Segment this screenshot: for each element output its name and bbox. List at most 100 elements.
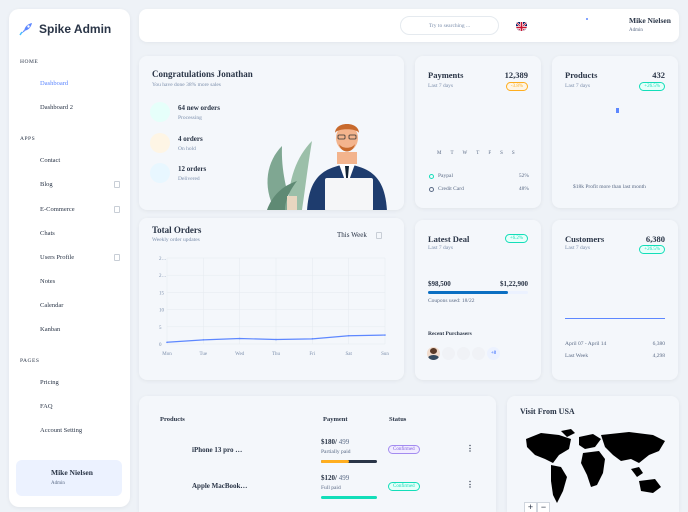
latest-deal-title: Latest Deal: [428, 234, 470, 244]
sidebar-item-dashboard[interactable]: Dashboard: [40, 80, 120, 87]
welcome-title: Congratulations Jonathan: [152, 69, 253, 79]
week-filter-select[interactable]: This Week: [337, 231, 382, 239]
visit-map-card: Visit From USA + −: [507, 396, 679, 512]
sidebar-item-label: Kanban: [40, 326, 61, 333]
avatar[interactable]: [457, 347, 470, 360]
orders-data-point[interactable]: [166, 341, 168, 344]
x-tick-label: Thu: [272, 352, 281, 357]
orders-data-point[interactable]: [238, 337, 241, 340]
price-total: 499: [336, 438, 350, 446]
day-label: S: [511, 151, 515, 156]
nav-section-home: HOME: [20, 59, 39, 65]
row-menu-icon[interactable]: ⋮: [466, 444, 474, 453]
avatar[interactable]: [472, 347, 485, 360]
sidebar-item-label: Users Profile: [40, 254, 75, 261]
rocket-icon: [18, 21, 34, 37]
week-filter-label: This Week: [337, 231, 367, 239]
payments-badge: -3.8%: [505, 82, 528, 91]
sidebar-item-label: Account Setting: [40, 427, 83, 434]
more-purchasers-badge[interactable]: +8: [487, 347, 500, 360]
customers-lastweek-label: Last Week: [565, 353, 589, 359]
sidebar-item-pricing[interactable]: Pricing: [40, 379, 120, 386]
customers-line: [565, 318, 665, 319]
payment-progress-fill: [321, 460, 349, 463]
deal-amount: $98,500: [428, 280, 451, 288]
top-header: Try to searching ... Mike Nielsen Admin: [139, 9, 679, 42]
sidebar-item-chats[interactable]: Chats: [40, 230, 120, 237]
sidebar: Spike Admin HOME Dashboard Dashboard 2 A…: [9, 9, 130, 507]
chevron-icon: [114, 181, 120, 188]
zoom-out-button[interactable]: −: [537, 502, 550, 512]
stat-title: 4 orders: [178, 134, 203, 143]
sidebar-item-contact[interactable]: Contact: [40, 157, 120, 164]
orders-data-point[interactable]: [275, 338, 277, 341]
deal-progress-track: [428, 291, 528, 294]
sidebar-item-account-setting[interactable]: Account Setting: [40, 427, 120, 434]
sidebar-item-label: Blog: [40, 181, 53, 188]
avatar[interactable]: [427, 347, 440, 360]
products-note: $18k Profit more than last month: [573, 184, 646, 190]
world-map[interactable]: [521, 429, 671, 509]
sidebar-item-faq[interactable]: FAQ: [40, 403, 120, 410]
latest-deal-badge: +6.2%: [504, 234, 528, 243]
welcome-subtitle: You have done 38% more sales: [152, 82, 221, 88]
header-user-name[interactable]: Mike Nielsen: [629, 16, 671, 25]
sidebar-profile[interactable]: Mike Nielsen Admin: [16, 460, 122, 496]
day-label: S: [500, 151, 503, 156]
stat-sub: Delivered: [178, 175, 200, 182]
uk-flag-icon[interactable]: [516, 20, 527, 31]
products-badge: +26.5%: [639, 82, 665, 91]
sidebar-item-label: E-Commerce: [40, 206, 75, 213]
products-title: Products: [565, 70, 598, 80]
status-badge: Confirmed: [388, 445, 420, 454]
payments-value: 12,389: [504, 70, 528, 80]
sidebar-item-kanban[interactable]: Kanban: [40, 326, 120, 333]
price-paid: $180/: [321, 438, 337, 446]
day-label: M: [437, 151, 442, 156]
stat-sub: Processing: [178, 114, 202, 121]
row-menu-icon[interactable]: ⋮: [466, 480, 474, 489]
x-tick-label: Sun: [381, 352, 389, 357]
orders-data-point[interactable]: [202, 339, 205, 341]
stat-title: 12 orders: [178, 164, 207, 173]
orders-data-point[interactable]: [347, 334, 350, 337]
notification-dot[interactable]: [586, 18, 588, 20]
sidebar-item-calendar[interactable]: Calendar: [40, 302, 120, 309]
legend-paypal: Paypal 52%: [429, 173, 529, 179]
legend-label: Paypal: [438, 173, 453, 179]
avatar[interactable]: [442, 347, 455, 360]
x-tick-label: Sat: [345, 352, 352, 357]
payment-progress-track: [321, 460, 377, 463]
y-tick-label: 2…: [159, 274, 167, 279]
customers-range-label: April 07 - April 14: [565, 341, 607, 347]
y-tick-label: 2…: [159, 257, 167, 262]
day-label: F: [488, 151, 492, 156]
stat-icon: [150, 102, 170, 122]
products-sub: Last 7 days: [565, 83, 591, 89]
stat-new-orders: 64 new orders Processing: [150, 102, 220, 122]
payments-card: Payments 12,389 Last 7 days -3.8% M T W …: [415, 56, 541, 208]
zoom-in-button[interactable]: +: [524, 502, 537, 512]
sidebar-item-ecommerce[interactable]: E-Commerce: [40, 206, 120, 213]
legend-pct: 48%: [518, 186, 529, 192]
sidebar-item-blog[interactable]: Blog: [40, 181, 120, 188]
payments-sub: Last 7 days: [428, 83, 454, 89]
sidebar-item-users-profile[interactable]: Users Profile: [40, 254, 120, 261]
total-orders-chart: 0 5 10 15 2… 2… Mon Tue Wed Thu Fri Sat Sun: [159, 257, 389, 357]
product-price: $120/ 499: [321, 474, 349, 482]
table-header-products: Products: [160, 416, 185, 423]
search-input[interactable]: Try to searching ...: [400, 16, 499, 35]
product-name: Apple MacBook…: [192, 482, 248, 490]
sidebar-item-notes[interactable]: Notes: [40, 278, 120, 285]
orders-data-point[interactable]: [384, 334, 386, 336]
sidebar-item-dashboard-2[interactable]: Dashboard 2: [40, 104, 120, 111]
customers-range-value: 6,380: [652, 341, 665, 347]
orders-data-point[interactable]: [311, 338, 314, 340]
y-tick-label: 10: [159, 309, 165, 314]
x-tick-label: Tue: [200, 352, 208, 357]
customers-title: Customers: [565, 234, 605, 244]
nav-section-apps: APPS: [20, 136, 36, 142]
payment-progress-track: [321, 496, 377, 499]
sidebar-item-label: Calendar: [40, 302, 64, 309]
brand[interactable]: Spike Admin: [18, 21, 111, 37]
